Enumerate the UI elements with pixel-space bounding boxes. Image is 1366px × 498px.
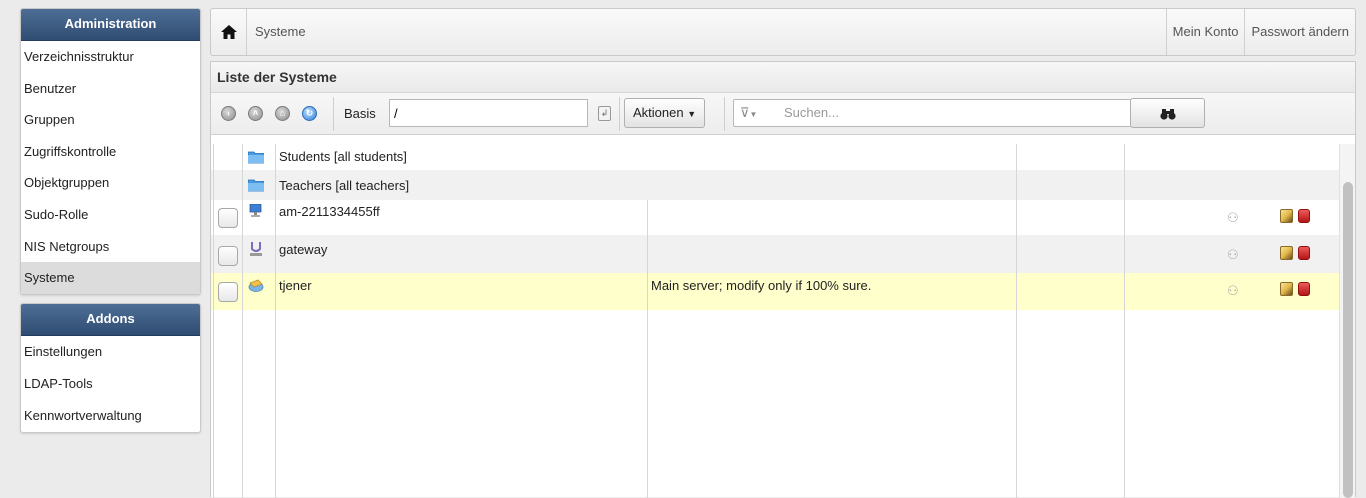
column-divider bbox=[647, 200, 648, 498]
user-lock-icon[interactable]: ⚇ bbox=[1227, 210, 1241, 226]
administration-menu: Administration Verzeichnisstruktur Benut… bbox=[20, 8, 201, 295]
user-lock-icon[interactable]: ⚇ bbox=[1227, 247, 1241, 263]
row-checkbox[interactable] bbox=[218, 282, 238, 302]
workstation-icon bbox=[249, 204, 262, 217]
sidebar-item-verzeichnisstruktur[interactable]: Verzeichnisstruktur bbox=[21, 41, 200, 73]
table-row[interactable]: Students [all students] bbox=[211, 144, 1339, 170]
network-device-icon bbox=[250, 242, 262, 256]
systems-list-panel: Liste der Systeme ‹ ˄ ⌂ ↻ Basis ↲ Aktion… bbox=[210, 61, 1356, 498]
delete-icon[interactable] bbox=[1298, 209, 1310, 223]
systems-table: Students [all students] Teachers [all te… bbox=[211, 144, 1355, 498]
user-lock-icon[interactable]: ⚇ bbox=[1227, 283, 1241, 299]
row-name[interactable]: am-2211334455ff bbox=[279, 204, 380, 219]
sidebar-item-sudo-rolle[interactable]: Sudo-Rolle bbox=[21, 199, 200, 231]
table-row[interactable]: gateway ⚇ bbox=[211, 235, 1339, 273]
caret-down-icon: ▼ bbox=[687, 109, 697, 119]
delete-icon[interactable] bbox=[1298, 282, 1310, 296]
sidebar-item-einstellungen[interactable]: Einstellungen bbox=[21, 336, 200, 368]
search-input[interactable]: Suchen... bbox=[784, 100, 839, 126]
column-divider bbox=[275, 144, 276, 498]
table-row[interactable]: am-2211334455ff ⚇ bbox=[211, 200, 1339, 235]
search-field[interactable]: ⊽▼ Suchen... bbox=[733, 99, 1133, 127]
change-password-link[interactable]: Passwort ändern bbox=[1244, 9, 1355, 55]
edit-icon[interactable] bbox=[1280, 282, 1293, 296]
table-row[interactable]: tjener Main server; modify only if 100% … bbox=[211, 273, 1339, 310]
column-divider bbox=[1016, 144, 1017, 498]
row-name[interactable]: Students [all students] bbox=[279, 149, 407, 164]
vertical-scrollbar[interactable] bbox=[1339, 144, 1355, 498]
filter-icon[interactable]: ⊽▼ bbox=[740, 105, 762, 121]
back-icon[interactable]: ‹ bbox=[221, 106, 236, 121]
row-name[interactable]: tjener bbox=[279, 278, 312, 293]
sidebar-item-kennwortverwaltung[interactable]: Kennwortverwaltung bbox=[21, 400, 200, 432]
row-description: Main server; modify only if 100% sure. bbox=[651, 278, 872, 293]
scrollbar-thumb[interactable] bbox=[1343, 182, 1353, 498]
addons-menu: Addons Einstellungen LDAP-Tools Kennwort… bbox=[20, 302, 201, 433]
toolbar-divider bbox=[333, 97, 334, 131]
home-icon bbox=[220, 25, 237, 39]
sidebar-item-systeme[interactable]: Systeme bbox=[21, 262, 200, 294]
row-checkbox[interactable] bbox=[218, 246, 238, 266]
header-bar: Systeme Mein Konto Passwort ändern bbox=[210, 8, 1356, 56]
basis-label: Basis bbox=[344, 106, 376, 121]
sidebar-item-gruppen[interactable]: Gruppen bbox=[21, 104, 200, 136]
refresh-icon[interactable]: ↻ bbox=[302, 106, 317, 121]
sidebar: Administration Verzeichnisstruktur Benut… bbox=[20, 8, 201, 441]
row-checkbox[interactable] bbox=[218, 208, 238, 228]
delete-icon[interactable] bbox=[1298, 246, 1310, 260]
table-row[interactable]: Teachers [all teachers] bbox=[211, 170, 1339, 200]
folder-icon bbox=[248, 179, 264, 192]
sidebar-item-zugriffskontrolle[interactable]: Zugriffskontrolle bbox=[21, 136, 200, 168]
actions-dropdown[interactable]: Aktionen ▼ bbox=[624, 98, 706, 128]
sidebar-item-objektgruppen[interactable]: Objektgruppen bbox=[21, 167, 200, 199]
server-icon bbox=[248, 279, 264, 292]
addons-menu-title: Addons bbox=[21, 303, 200, 336]
home-button[interactable] bbox=[211, 9, 247, 55]
row-name[interactable]: gateway bbox=[279, 242, 327, 257]
actions-label: Aktionen bbox=[633, 105, 684, 120]
column-divider bbox=[213, 144, 214, 498]
edit-icon[interactable] bbox=[1280, 209, 1293, 223]
binoculars-icon bbox=[1159, 108, 1176, 120]
row-name[interactable]: Teachers [all teachers] bbox=[279, 178, 409, 193]
base-select-icon[interactable]: ↲ bbox=[598, 106, 611, 121]
edit-icon[interactable] bbox=[1280, 246, 1293, 260]
sidebar-item-ldap-tools[interactable]: LDAP-Tools bbox=[21, 368, 200, 400]
my-account-link[interactable]: Mein Konto bbox=[1165, 9, 1245, 55]
column-divider bbox=[242, 144, 243, 498]
sidebar-item-benutzer[interactable]: Benutzer bbox=[21, 73, 200, 105]
sidebar-item-nis-netgroups[interactable]: NIS Netgroups bbox=[21, 231, 200, 263]
basis-input[interactable] bbox=[389, 99, 588, 127]
toolbar-divider bbox=[619, 97, 620, 131]
up-icon[interactable]: ˄ bbox=[248, 106, 263, 121]
search-button[interactable] bbox=[1130, 98, 1205, 128]
list-toolbar: ‹ ˄ ⌂ ↻ Basis ↲ Aktionen ▼ ⊽▼ Suchen... bbox=[211, 93, 1355, 135]
folder-icon bbox=[248, 151, 264, 164]
root-icon[interactable]: ⌂ bbox=[275, 106, 290, 121]
breadcrumb[interactable]: Systeme bbox=[247, 9, 1166, 55]
page-title: Liste der Systeme bbox=[211, 62, 1355, 93]
toolbar-divider bbox=[724, 97, 725, 131]
administration-menu-title: Administration bbox=[21, 9, 200, 41]
column-divider bbox=[1124, 144, 1125, 498]
